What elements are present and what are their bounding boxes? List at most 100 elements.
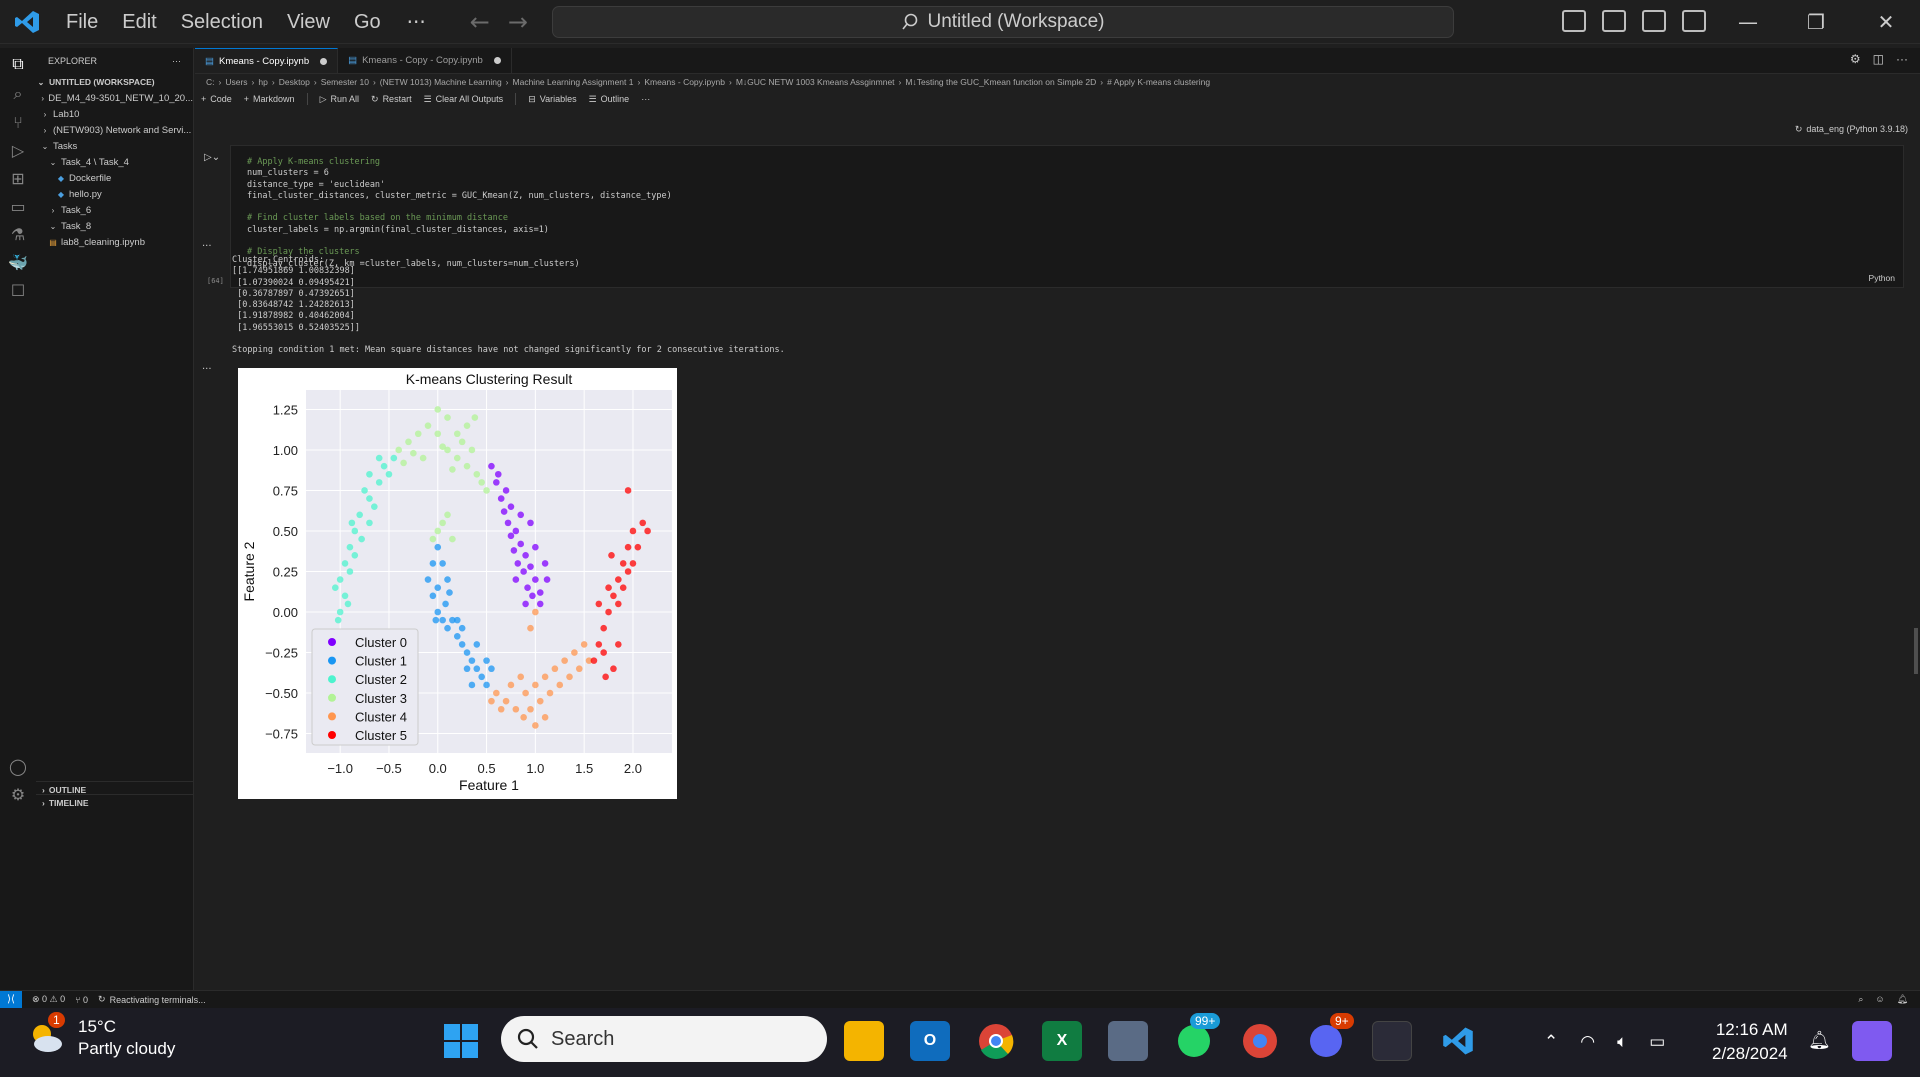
variables-button[interactable]: ⊟ Variables — [528, 94, 576, 105]
chrome-profile-icon[interactable] — [1240, 1021, 1280, 1061]
battery-icon[interactable]: ▭ — [1649, 1032, 1665, 1052]
file-explorer-icon[interactable] — [844, 1021, 884, 1061]
breadcrumb-item[interactable]: C: — [206, 77, 215, 87]
timeline-section[interactable]: › TIMELINE — [36, 794, 194, 810]
chat-icon[interactable]: ☐ — [8, 280, 28, 300]
calculator-icon[interactable] — [1108, 1021, 1148, 1061]
weather-widget[interactable]: 1 15°C Partly cloudy — [26, 1012, 175, 1060]
tree-item[interactable]: › (NETW903) Network and Servi... — [36, 122, 193, 138]
breadcrumb-item[interactable]: Semester 10 — [321, 77, 369, 87]
breadcrumb-item[interactable]: hp — [258, 77, 267, 87]
toggle-panel-icon[interactable] — [1602, 10, 1626, 32]
excel-icon[interactable]: X — [1042, 1021, 1082, 1061]
tree-item-notebook[interactable]: ▤ lab8_cleaning.ipynb — [36, 234, 193, 250]
source-control-icon[interactable]: ⑂ — [8, 112, 28, 132]
windows-start-icon[interactable] — [441, 1021, 481, 1061]
outline-button[interactable]: ☰ Outline — [589, 94, 630, 105]
restore-icon[interactable]: ❐ — [1782, 0, 1850, 44]
customize-layout-icon[interactable] — [1682, 10, 1706, 32]
menu-more-button[interactable]: ··· — [393, 10, 440, 34]
zoom-icon[interactable]: ⌕ — [1858, 994, 1863, 1005]
tree-item[interactable]: ⌄ Tasks — [36, 138, 193, 154]
run-cell-button[interactable]: ▷⌄ — [204, 152, 220, 163]
search-icon[interactable]: ⌕ — [8, 84, 28, 104]
notification-bell-icon[interactable]: 🔔︎ — [1808, 1030, 1831, 1051]
clear-outputs-button[interactable]: ☰ Clear All Outputs — [424, 94, 504, 105]
toolbar-more-button[interactable]: ··· — [641, 94, 650, 104]
explorer-icon[interactable]: ⧉ — [8, 54, 28, 74]
editor-scrollbar[interactable] — [1914, 628, 1918, 674]
taskbar-search[interactable]: Search — [501, 1016, 827, 1062]
output-more-button[interactable]: ··· — [202, 241, 212, 252]
settings-gear-icon[interactable]: ⚙ — [8, 784, 28, 804]
cell-language[interactable]: Python — [1869, 273, 1895, 283]
minimize-icon[interactable]: — — [1714, 0, 1782, 44]
more-actions-icon[interactable]: ··· — [1896, 52, 1908, 66]
data-point-cluster-1 — [483, 681, 490, 689]
command-center[interactable]: Untitled (Workspace) — [552, 6, 1454, 38]
notifications-bell-icon[interactable]: 🔔︎ — [1897, 994, 1908, 1005]
tree-item[interactable]: › Task_6 — [36, 202, 193, 218]
remote-explorer-icon[interactable]: ▭ — [8, 196, 28, 216]
restart-button[interactable]: ↻ Restart — [371, 94, 412, 105]
tree-item[interactable]: ⌄ Task_8 — [36, 218, 193, 234]
tree-item[interactable]: ⌄ Task_4 \ Task_4 — [36, 154, 193, 170]
breadcrumb-item[interactable]: M↓Testing the GUC_Kmean function on Simp… — [905, 77, 1096, 87]
kernel-picker[interactable]: ↻ data_eng (Python 3.9.18) — [1795, 124, 1908, 135]
remote-indicator-icon[interactable]: ⟩⟨ — [0, 990, 22, 1009]
menu-view[interactable]: View — [275, 0, 342, 44]
copilot-taskbar-icon[interactable] — [1852, 1021, 1892, 1061]
add-code-button[interactable]: + Code — [201, 94, 232, 104]
run-all-button[interactable]: ▷ Run All — [320, 94, 359, 105]
menu-edit[interactable]: Edit — [110, 0, 168, 44]
back-arrow-icon[interactable]: ← — [470, 8, 490, 36]
split-editor-icon[interactable]: ◫ — [1873, 52, 1884, 66]
system-clock[interactable]: 12:16 AM 2/28/2024 — [1712, 1018, 1788, 1066]
volume-icon[interactable]: 🔈︎ — [1617, 1032, 1627, 1052]
breadcrumb-item[interactable]: Machine Learning Assignment 1 — [513, 77, 634, 87]
wifi-icon[interactable]: ◠ — [1580, 1032, 1595, 1052]
workspace-root[interactable]: ⌄ UNTITLED (WORKSPACE) — [36, 74, 193, 90]
explorer-more-button[interactable]: ··· — [172, 56, 181, 66]
extensions-icon[interactable]: ⊞ — [8, 168, 28, 188]
forward-arrow-icon[interactable]: → — [508, 8, 528, 36]
snipping-tool-icon[interactable] — [1372, 1021, 1412, 1061]
breadcrumb-item[interactable]: (NETW 1013) Machine Learning — [380, 77, 502, 87]
menu-go[interactable]: Go — [342, 0, 393, 44]
toggle-sidebar-icon[interactable] — [1562, 10, 1586, 32]
breadcrumb-item[interactable]: # Apply K-means clustering — [1107, 77, 1210, 87]
ports-indicator[interactable]: ⑂ 0 — [75, 995, 88, 1005]
code-editor[interactable]: # Apply K-means clustering num_clusters =… — [247, 157, 672, 270]
toggle-secondary-sidebar-icon[interactable] — [1642, 10, 1666, 32]
close-icon[interactable]: ✕ — [1852, 0, 1920, 44]
tab-kmeans-copy[interactable]: ▤ Kmeans - Copy.ipynb — [195, 48, 339, 73]
tree-item[interactable]: › Lab10 — [36, 106, 193, 122]
menu-selection[interactable]: Selection — [169, 0, 275, 44]
run-debug-icon[interactable]: ▷ — [8, 140, 28, 160]
outlook-icon[interactable]: O — [910, 1021, 950, 1061]
tab-kmeans-copy-copy[interactable]: ▤ Kmeans - Copy - Copy.ipynb — [338, 48, 512, 73]
breadcrumb-item[interactable]: Users — [225, 77, 247, 87]
data-point-cluster-0 — [504, 519, 512, 527]
whatsapp-icon[interactable]: 99+ — [1174, 1013, 1221, 1061]
vscode-taskbar-icon[interactable] — [1438, 1021, 1478, 1061]
breadcrumb-item[interactable]: Kmeans - Copy.ipynb — [644, 77, 725, 87]
tree-item[interactable]: › DE_M4_49-3501_NETW_10_20... — [36, 90, 193, 106]
discord-icon[interactable]: 9+ — [1306, 1013, 1354, 1061]
docker-icon[interactable]: 🐳 — [8, 252, 28, 272]
chrome-icon[interactable] — [976, 1021, 1016, 1061]
data-point-cluster-2 — [336, 576, 344, 583]
breadcrumb-item[interactable]: M↓GUC NETW 1003 Kmeans Assginmnet — [736, 77, 895, 87]
add-markdown-button[interactable]: + Markdown — [244, 94, 295, 104]
problems-indicator[interactable]: ⊗ 0 ⚠ 0 — [32, 994, 65, 1005]
output-more-button-2[interactable]: ··· — [202, 364, 212, 375]
testing-icon[interactable]: ⚗ — [8, 224, 28, 244]
tree-item-hello-py[interactable]: ◆ hello.py — [36, 186, 193, 202]
copilot-icon[interactable]: ☺ — [1875, 994, 1884, 1005]
breadcrumb-item[interactable]: Desktop — [279, 77, 310, 87]
menu-file[interactable]: File — [54, 0, 110, 44]
chevron-up-icon[interactable]: ⌃ — [1544, 1032, 1558, 1052]
account-icon[interactable]: ◯ — [8, 756, 28, 776]
gear-icon[interactable]: ⚙ — [1850, 52, 1861, 66]
tree-item-dockerfile[interactable]: ◆ Dockerfile — [36, 170, 193, 186]
